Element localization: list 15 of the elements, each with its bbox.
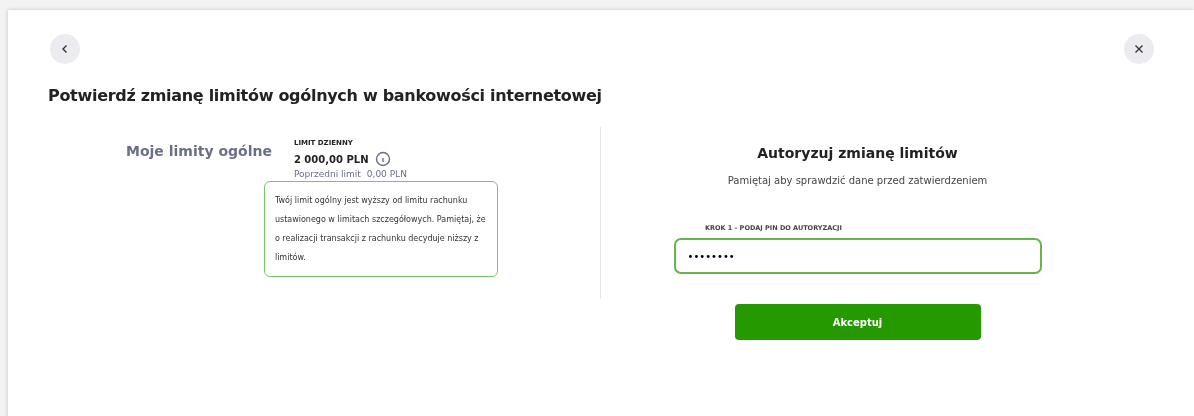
- info-icon[interactable]: [374, 151, 391, 167]
- back-button[interactable]: [50, 34, 80, 64]
- section-heading: Autoryzuj zmianę limitów: [757, 145, 958, 161]
- page-title: Potwierdź zmianę limitów ogólnych w bankowości internetowej: [48, 86, 603, 105]
- tooltip-text: Twój limit ogólny jest wyższy od limitu rachunku ustawionego w limitach szczegółowych. Pamiętaj, że o realizacji transakcji z rachunku decyduje niższy z limitów.: [274, 196, 486, 262]
- section-heading: Moje limity ogólne: [126, 143, 272, 161]
- chevron-left-icon: [60, 44, 70, 54]
- hint-text: Pamiętaj aby sprawdzić dane przed zatwierdzeniem: [727, 175, 988, 186]
- previous-limit-label: Poprzedni limit: [293, 169, 361, 179]
- previous-limit-value: 0,00 PLN: [366, 169, 407, 179]
- accept-button[interactable]: Akceptuj: [734, 304, 981, 340]
- limit-amount: 2 000,00 PLN: [293, 153, 369, 165]
- close-button[interactable]: [1124, 34, 1154, 64]
- close-icon: [1134, 44, 1144, 54]
- pin-field[interactable]: ••••••••: [673, 238, 1042, 274]
